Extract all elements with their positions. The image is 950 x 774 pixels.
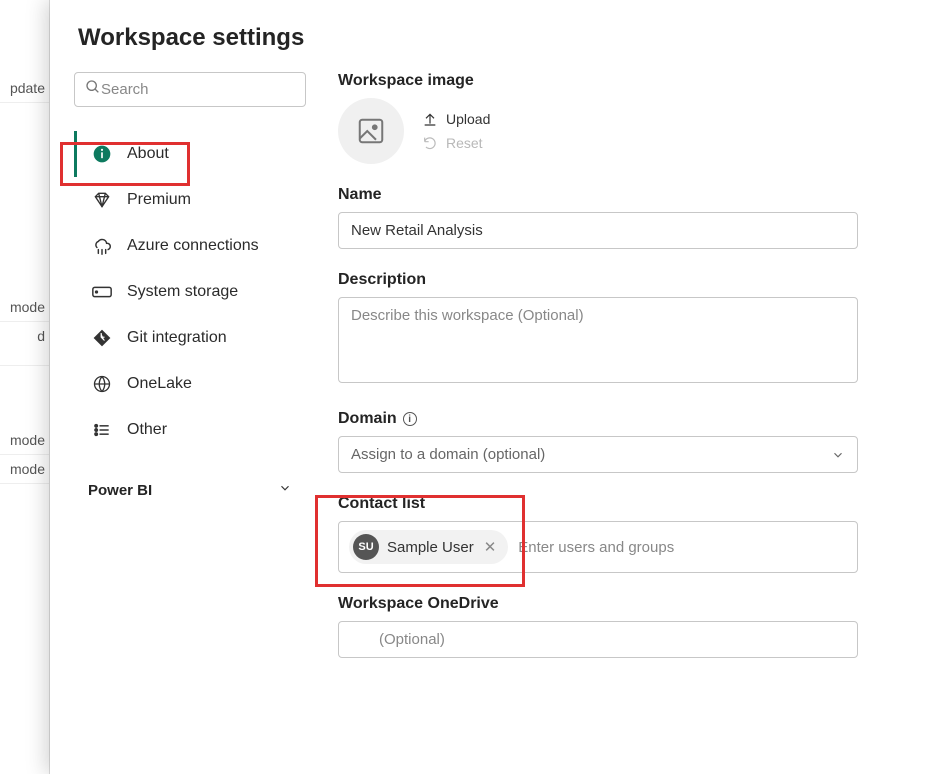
git-icon <box>91 327 113 349</box>
name-input[interactable] <box>338 212 858 249</box>
onedrive-label: Workspace OneDrive <box>338 595 918 613</box>
onelake-icon <box>91 373 113 395</box>
bg-row: mode <box>0 455 49 484</box>
image-icon <box>356 116 386 146</box>
description-input[interactable] <box>338 297 858 383</box>
nav-label: About <box>127 145 169 163</box>
nav-other[interactable]: Other <box>74 407 306 453</box>
reset-button: Reset <box>422 135 490 151</box>
chevron-down-icon <box>831 448 845 462</box>
info-icon <box>91 143 113 165</box>
nav-about[interactable]: About <box>74 131 306 177</box>
upload-icon <box>422 111 438 127</box>
search-box[interactable] <box>74 72 306 107</box>
settings-main: Workspace image Upload Reset <box>338 72 918 750</box>
domain-label: Domain i <box>338 410 918 428</box>
chevron-down-icon <box>278 481 292 499</box>
bg-row: d <box>0 322 49 366</box>
nav-group-label: Power BI <box>88 482 152 499</box>
contact-chip[interactable]: SU Sample User ✕ <box>349 530 508 564</box>
panel-title: Workspace settings <box>78 24 918 52</box>
info-icon[interactable]: i <box>403 412 417 426</box>
nav-git-integration[interactable]: Git integration <box>74 315 306 361</box>
reset-icon <box>422 135 438 151</box>
description-label: Description <box>338 271 918 289</box>
nav-label: Git integration <box>127 329 227 347</box>
onedrive-input[interactable]: (Optional) <box>338 621 858 658</box>
contact-list-label: Contact list <box>338 495 918 513</box>
nav-label: Other <box>127 421 167 439</box>
settings-sidebar: About Premium Azure connections System s… <box>74 72 306 750</box>
bg-row: mode <box>0 293 49 322</box>
nav-label: System storage <box>127 283 238 301</box>
upload-button[interactable]: Upload <box>422 111 490 127</box>
nav-onelake[interactable]: OneLake <box>74 361 306 407</box>
name-label: Name <box>338 186 918 204</box>
avatar: SU <box>353 534 379 560</box>
chip-remove-icon[interactable]: ✕ <box>482 538 499 556</box>
diamond-icon <box>91 189 113 211</box>
reset-label: Reset <box>446 135 483 151</box>
nav-premium[interactable]: Premium <box>74 177 306 223</box>
domain-placeholder: Assign to a domain (optional) <box>351 446 545 463</box>
bg-row: mode <box>0 426 49 455</box>
nav-azure-connections[interactable]: Azure connections <box>74 223 306 269</box>
onedrive-placeholder: (Optional) <box>379 631 445 648</box>
settings-panel: Workspace settings About Premium <box>50 0 950 774</box>
nav-group-powerbi[interactable]: Power BI <box>74 469 306 511</box>
search-input[interactable] <box>101 81 295 98</box>
chip-name: Sample User <box>387 539 474 556</box>
cloud-icon <box>91 235 113 257</box>
domain-select[interactable]: Assign to a domain (optional) <box>338 436 858 473</box>
upload-label: Upload <box>446 111 490 127</box>
workspace-image-label: Workspace image <box>338 72 918 90</box>
storage-icon <box>91 281 113 303</box>
background-strip: pdate mode d mode mode <box>0 0 50 774</box>
nav-label: Azure connections <box>127 237 259 255</box>
contact-list-input[interactable]: SU Sample User ✕ <box>338 521 858 573</box>
workspace-image-placeholder[interactable] <box>338 98 404 164</box>
other-icon <box>91 419 113 441</box>
nav-label: OneLake <box>127 375 192 393</box>
nav-label: Premium <box>127 191 191 209</box>
bg-row: pdate <box>0 74 49 103</box>
contact-text-input[interactable] <box>518 539 847 556</box>
nav-system-storage[interactable]: System storage <box>74 269 306 315</box>
search-icon <box>85 79 101 100</box>
